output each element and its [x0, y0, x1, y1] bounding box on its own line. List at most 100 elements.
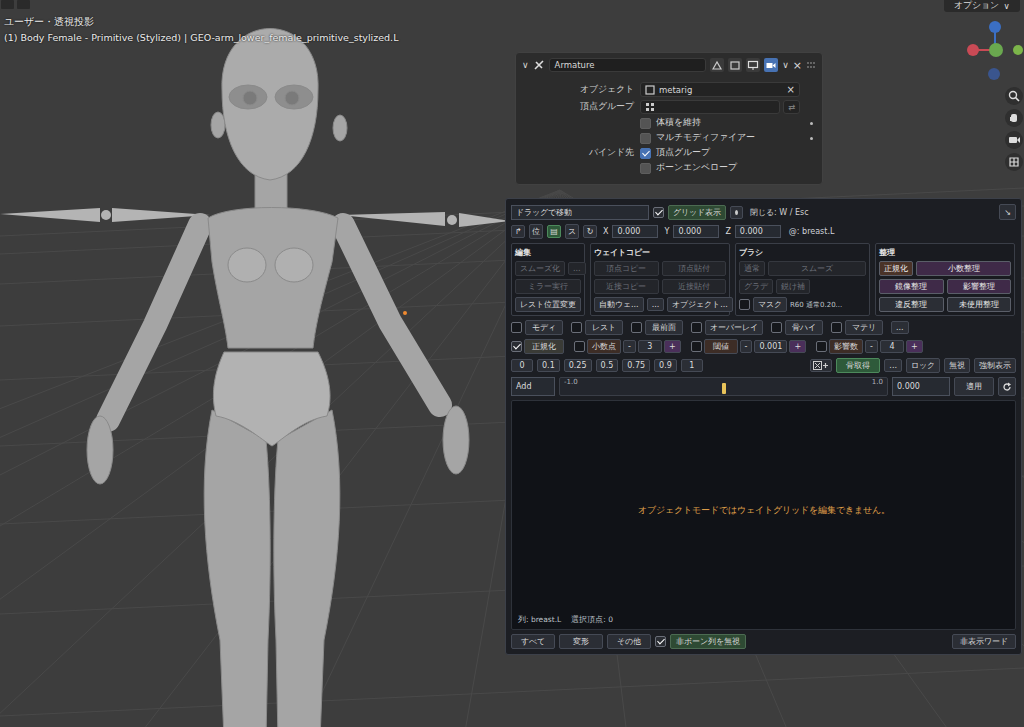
display-toggle[interactable] [764, 58, 778, 72]
object-field[interactable]: metarig× [640, 82, 800, 97]
tool-button[interactable]: ... [647, 298, 665, 311]
tool-button[interactable]: ↻ [583, 225, 597, 238]
filter-button[interactable]: 変形 [559, 634, 603, 649]
option-label[interactable]: 影響数 [829, 339, 863, 354]
tool-button[interactable]: 影響整理 [947, 279, 1012, 294]
tool-button[interactable]: 正規化 [879, 261, 913, 276]
checkbox[interactable] [691, 341, 702, 352]
tool-button[interactable]: 小数整理 [916, 261, 1011, 276]
header-icons[interactable] [1, 0, 30, 9]
grid-toggle-label[interactable]: グリッド表示 [668, 205, 726, 220]
decrement-button[interactable]: - [865, 340, 878, 353]
bind-option[interactable]: 頂点グループ [640, 147, 800, 159]
character-model[interactable] [87, 29, 469, 727]
checkbox[interactable] [640, 148, 651, 159]
option-value[interactable]: 4 [880, 340, 904, 353]
coord-field[interactable]: 0.000 [735, 225, 781, 238]
option-value[interactable]: 3 [638, 340, 662, 353]
camera-icon[interactable] [1005, 131, 1023, 149]
hand-icon[interactable] [1005, 109, 1023, 127]
hidden-words-button[interactable]: 非表示ワード [952, 634, 1016, 649]
checkbox[interactable] [653, 207, 664, 218]
coord-field[interactable]: 0.000 [612, 225, 658, 238]
pin-button[interactable] [730, 206, 743, 219]
apply-button[interactable]: 適用 [954, 377, 994, 396]
display-toggle[interactable]: 骨ハイ [771, 320, 823, 335]
checkbox[interactable] [511, 322, 522, 333]
gizmo-axis[interactable] [989, 21, 1001, 33]
checkbox[interactable] [655, 636, 666, 647]
option-label[interactable]: 正規化 [524, 339, 564, 354]
gizmo-axis[interactable] [967, 44, 979, 56]
display-toggle[interactable] [746, 58, 760, 72]
checkbox[interactable] [831, 322, 842, 333]
increment-button[interactable]: + [906, 340, 923, 353]
tool-button[interactable]: 未使用整理 [947, 297, 1012, 312]
gizmo-axis[interactable] [989, 43, 1003, 57]
option-row[interactable]: 体積を維持 [640, 117, 800, 129]
decrement-button[interactable]: - [623, 340, 636, 353]
slider-marker[interactable] [722, 383, 726, 394]
drag-move-field[interactable]: ドラッグで移動 [511, 205, 649, 220]
option-label[interactable]: 閾値 [704, 339, 738, 354]
decrement-button[interactable]: - [740, 340, 753, 353]
checkbox[interactable] [816, 341, 827, 352]
checkbox[interactable] [511, 341, 522, 352]
checkbox[interactable] [571, 322, 582, 333]
checkbox[interactable] [691, 322, 702, 333]
tool-button[interactable]: ス [565, 224, 579, 239]
modifier-name-field[interactable]: Armature [549, 58, 707, 72]
tool-button[interactable]: 位 [529, 224, 543, 239]
display-toggle[interactable]: オーバーレイ [691, 320, 763, 335]
display-toggle[interactable]: モディ [511, 320, 563, 335]
mask-label[interactable]: マスク [753, 297, 787, 312]
invert-toggle[interactable]: ⇄ [783, 100, 800, 114]
vertex-group-field[interactable] [640, 100, 780, 114]
keyframe-slot[interactable] [806, 122, 816, 125]
checkbox[interactable] [631, 322, 642, 333]
option-row[interactable]: マルチモディファイアー [640, 132, 800, 144]
bind-option[interactable]: ボーンエンベロープ [640, 162, 800, 174]
tool-button[interactable]: オブジェクト... [667, 297, 733, 312]
zoom-icon[interactable] [1005, 87, 1023, 105]
resize-corner[interactable]: ↘ [999, 204, 1016, 220]
bone-tool-button[interactable]: 骨取得 [836, 358, 880, 373]
refresh-button[interactable] [998, 377, 1016, 396]
value-slider[interactable]: -1.01.0 [559, 377, 888, 396]
checkbox[interactable] [640, 118, 651, 129]
tool-button[interactable]: 鏡像整理 [879, 279, 944, 294]
preset-button[interactable]: 0.25 [564, 359, 592, 372]
option-label[interactable]: 小数点 [587, 339, 621, 354]
preset-button[interactable]: 0.1 [537, 359, 560, 372]
grid-icon[interactable] [1005, 153, 1023, 171]
checkbox[interactable] [640, 163, 651, 174]
bone-tool-button[interactable]: 強制表示 [974, 358, 1016, 373]
checkbox[interactable] [640, 133, 651, 144]
bone-tool-button[interactable]: 無視 [944, 358, 970, 373]
checkbox[interactable] [574, 341, 585, 352]
modifier-dropdown[interactable]: ∨ [782, 60, 789, 70]
bone-filter-button[interactable] [810, 359, 832, 372]
drag-handle-icon[interactable] [806, 60, 816, 70]
preset-button[interactable]: 0.9 [654, 359, 677, 372]
display-toggle[interactable] [710, 58, 724, 72]
checkbox[interactable] [771, 322, 782, 333]
preset-button[interactable]: 0.75 [622, 359, 650, 372]
display-toggle[interactable]: レスト [571, 320, 623, 335]
display-toggle[interactable]: 最前面 [631, 320, 683, 335]
preset-button[interactable]: 0 [511, 359, 533, 372]
gizmo-axis[interactable] [1013, 45, 1023, 55]
coord-field[interactable]: 0.000 [673, 225, 719, 238]
filter-button[interactable]: すべて [511, 634, 555, 649]
tool-button[interactable]: ▤ [547, 225, 561, 238]
options-menu[interactable]: オプション∨ [944, 0, 1020, 12]
value-field[interactable]: 0.000 [892, 377, 950, 396]
display-toggle[interactable]: マテリ [831, 320, 883, 335]
bone-tool-button[interactable]: ロック [906, 358, 940, 373]
blend-mode-field[interactable]: Add [511, 377, 555, 396]
tool-button[interactable]: レスト位置変更 [515, 297, 581, 312]
tool-button[interactable]: ↱ [511, 225, 525, 238]
more-button[interactable]: ... [891, 321, 909, 334]
checkbox[interactable] [739, 299, 750, 310]
display-toggle[interactable] [728, 58, 742, 72]
